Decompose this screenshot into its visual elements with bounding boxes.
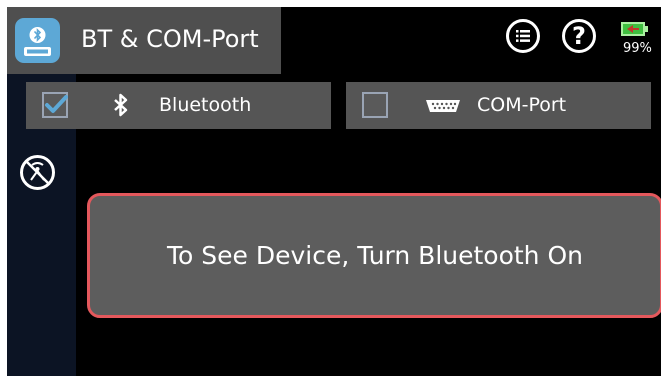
bluetooth-label: Bluetooth [159, 94, 252, 116]
battery-level: 99% [623, 41, 652, 56]
com-port-label: COM-Port [477, 94, 567, 116]
com-port-checkbox[interactable] [362, 92, 388, 118]
no-signal-icon[interactable] [20, 155, 55, 190]
com-port-toggle[interactable]: COM-Port [346, 82, 651, 129]
battery-tip [645, 26, 648, 32]
check-icon [45, 95, 68, 113]
battery-icon [621, 22, 645, 36]
app-window: BT & COM-Port ? 99% Bluetooth COM-Port T… [7, 7, 661, 376]
title-bar: BT & COM-Port [7, 7, 281, 74]
list-icon [516, 30, 530, 42]
help-icon: ? [572, 22, 586, 50]
help-button[interactable]: ? [562, 19, 596, 53]
bluetooth-serial-icon [15, 18, 60, 63]
bluetooth-icon [114, 93, 128, 117]
status-message-box: To See Device, Turn Bluetooth On [87, 193, 661, 318]
menu-list-button[interactable] [506, 19, 540, 53]
device-screen: BT & COM-Port ? 99% Bluetooth COM-Port T… [0, 0, 667, 381]
page-title: BT & COM-Port [81, 25, 259, 53]
bluetooth-checkbox[interactable] [42, 92, 68, 118]
status-message: To See Device, Turn Bluetooth On [166, 241, 583, 270]
bluetooth-toggle[interactable]: Bluetooth [26, 82, 331, 129]
serial-port-icon [426, 100, 460, 112]
